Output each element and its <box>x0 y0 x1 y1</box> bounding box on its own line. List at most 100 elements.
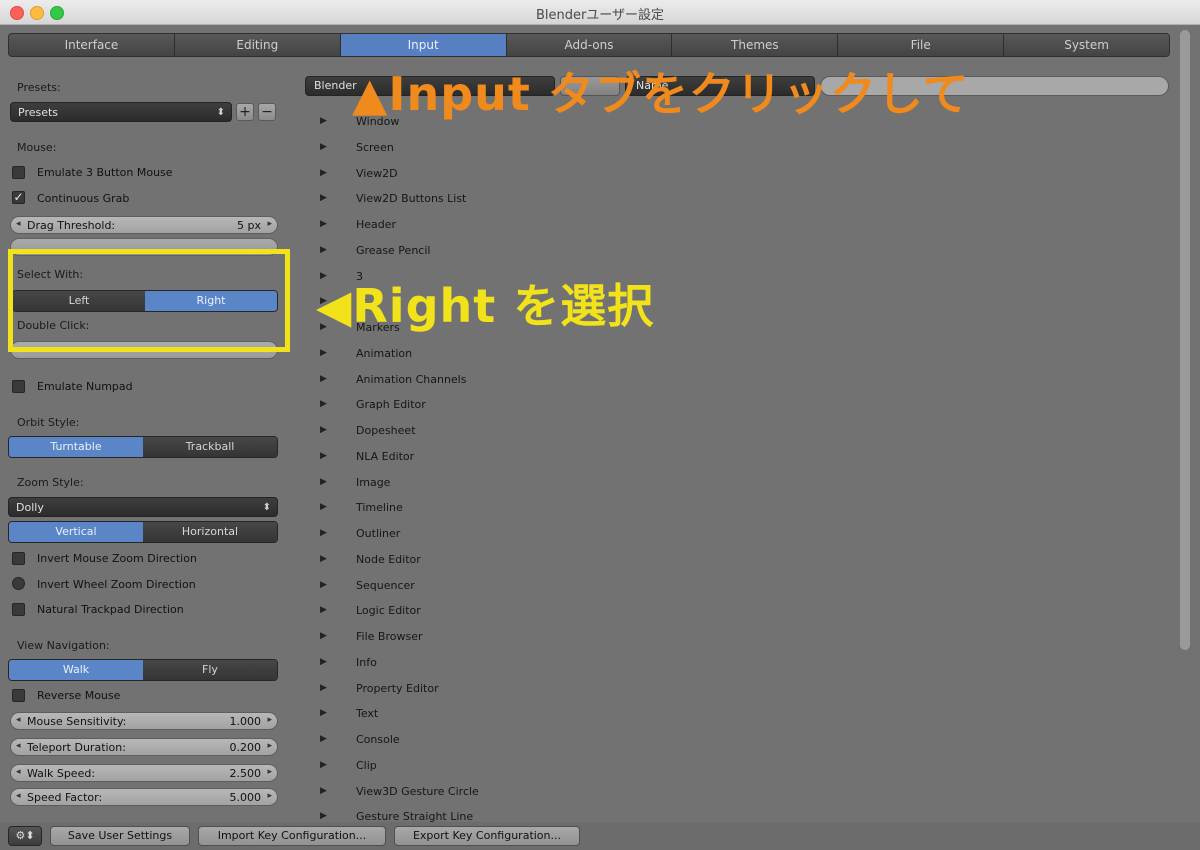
expand-arrow-icon[interactable]: ▶ <box>320 502 327 512</box>
zoom-vertical-option[interactable]: Vertical <box>9 522 143 542</box>
preferences-tabs: Interface Editing Input Add-ons Themes F… <box>8 33 1170 57</box>
expand-arrow-icon[interactable]: ▶ <box>320 554 327 564</box>
tab-editing[interactable]: Editing <box>174 34 341 56</box>
orbit-trackball-option[interactable]: Trackball <box>143 437 277 457</box>
tab-interface[interactable]: Interface <box>9 34 175 56</box>
orbit-style-toggle: Turntable Trackball <box>8 436 278 458</box>
editor-type-icon[interactable]: ⚙⬍ <box>8 826 42 846</box>
expand-arrow-icon[interactable]: ▶ <box>320 811 327 821</box>
expand-arrow-icon[interactable]: ▶ <box>320 116 327 126</box>
mouse-sensitivity-slider[interactable]: ◂ Mouse Sensitivity: 1.000 ▸ <box>10 712 278 730</box>
invert-mouse-zoom-checkbox[interactable] <box>12 552 25 565</box>
emulate-numpad-checkbox[interactable] <box>12 380 25 393</box>
invert-wheel-zoom-label: Invert Wheel Zoom Direction <box>37 578 196 591</box>
expand-arrow-icon[interactable]: ▶ <box>320 142 327 152</box>
mouse-sensitivity-value: 1.000 <box>229 715 262 728</box>
tab-input[interactable]: Input <box>340 34 507 56</box>
expand-arrow-icon[interactable]: ▶ <box>320 528 327 538</box>
keymap-item-label: Graph Editor <box>356 398 426 412</box>
nav-fly-option[interactable]: Fly <box>143 660 277 680</box>
invert-wheel-zoom-checkbox[interactable] <box>12 577 25 590</box>
expand-arrow-icon[interactable]: ▶ <box>320 374 327 384</box>
expand-arrow-icon[interactable]: ▶ <box>320 657 327 667</box>
tab-system[interactable]: System <box>1004 34 1169 56</box>
expand-arrow-icon[interactable]: ▶ <box>320 786 327 796</box>
orbit-style-label: Orbit Style: <box>17 416 80 429</box>
expand-arrow-icon[interactable]: ▶ <box>320 348 327 358</box>
emulate-3-button-label: Emulate 3 Button Mouse <box>37 166 173 179</box>
vertical-scrollbar[interactable] <box>1180 30 1190 820</box>
presets-dropdown[interactable]: Presets ⬍ <box>10 102 232 122</box>
tab-addons[interactable]: Add-ons <box>506 34 673 56</box>
speed-factor-value: 5.000 <box>229 791 262 804</box>
add-preset-button[interactable]: + <box>236 103 254 121</box>
expand-arrow-icon[interactable]: ▶ <box>320 708 327 718</box>
import-key-config-button[interactable]: Import Key Configuration... <box>198 826 386 846</box>
expand-arrow-icon[interactable]: ▶ <box>320 683 327 693</box>
increment-arrow-icon: ▸ <box>267 715 272 725</box>
keymap-item-label: Clip <box>356 758 377 772</box>
zoom-style-dropdown[interactable]: Dolly ⬍ <box>8 497 278 517</box>
view-navigation-label: View Navigation: <box>17 639 110 652</box>
continuous-grab-checkbox[interactable]: ✓ <box>12 191 25 204</box>
expand-arrow-icon[interactable]: ▶ <box>320 451 327 461</box>
tab-themes[interactable]: Themes <box>672 34 839 56</box>
teleport-duration-slider[interactable]: ◂ Teleport Duration: 0.200 ▸ <box>10 738 278 756</box>
export-key-config-button[interactable]: Export Key Configuration... <box>394 826 580 846</box>
remove-preset-button[interactable]: − <box>258 103 276 121</box>
zoom-style-value: Dolly <box>16 501 44 514</box>
keymap-item-label: Info <box>356 655 377 669</box>
keymap-item-label: File Browser <box>356 630 423 643</box>
expand-arrow-icon[interactable]: ▶ <box>320 193 327 203</box>
keymap-item-label: Image <box>356 475 391 489</box>
keymap-item-label: Text <box>356 707 379 721</box>
expand-arrow-icon[interactable]: ▶ <box>320 734 327 744</box>
natural-trackpad-checkbox[interactable] <box>12 603 25 616</box>
keymap-item-label: Outliner <box>356 527 401 540</box>
walk-speed-label: Walk Speed: <box>27 767 96 780</box>
zoom-style-label: Zoom Style: <box>17 476 84 489</box>
drag-threshold-slider[interactable]: ◂ Drag Threshold: 5 px ▸ <box>10 216 278 234</box>
expand-arrow-icon[interactable]: ▶ <box>320 631 327 641</box>
keymap-item-label: View2D <box>356 166 398 180</box>
drag-threshold-label: Drag Threshold: <box>27 219 116 232</box>
save-user-settings-button[interactable]: Save User Settings <box>50 826 190 846</box>
expand-arrow-icon[interactable]: ▶ <box>320 580 327 590</box>
tab-file[interactable]: File <box>838 34 1005 56</box>
window-titlebar: Blenderユーザー設定 <box>0 0 1200 25</box>
emulate-numpad-label: Emulate Numpad <box>37 380 133 393</box>
keymap-item-label: Sequencer <box>356 578 415 592</box>
keymap-item-label: Header <box>356 218 397 231</box>
walk-speed-slider[interactable]: ◂ Walk Speed: 2.500 ▸ <box>10 764 278 782</box>
natural-trackpad-label: Natural Trackpad Direction <box>37 603 184 616</box>
expand-arrow-icon[interactable]: ▶ <box>320 605 327 615</box>
keymap-item-label: Logic Editor <box>356 604 421 618</box>
speed-factor-slider[interactable]: ◂ Speed Factor: 5.000 ▸ <box>10 788 278 806</box>
increment-arrow-icon: ▸ <box>267 791 272 801</box>
keymap-item-label: Console <box>356 733 400 746</box>
decrement-arrow-icon: ◂ <box>16 219 21 229</box>
orbit-turntable-option[interactable]: Turntable <box>9 437 143 457</box>
view-navigation-toggle: Walk Fly <box>8 659 278 681</box>
keymap-item-label: Node Editor <box>356 552 421 566</box>
expand-arrow-icon[interactable]: ▶ <box>320 399 327 409</box>
teleport-duration-value: 0.200 <box>229 741 262 754</box>
expand-arrow-icon[interactable]: ▶ <box>320 425 327 435</box>
zoom-horizontal-option[interactable]: Horizontal <box>143 522 277 542</box>
expand-arrow-icon[interactable]: ▶ <box>320 760 327 770</box>
expand-arrow-icon[interactable]: ▶ <box>320 219 327 229</box>
keymap-item-label: Animation <box>356 346 413 360</box>
scrollbar-thumb[interactable] <box>1180 30 1190 650</box>
speed-factor-label: Speed Factor: <box>27 791 103 804</box>
nav-walk-option[interactable]: Walk <box>9 660 143 680</box>
keymap-item-label: Timeline <box>356 501 403 515</box>
keymap-item-label: Property Editor <box>356 681 439 695</box>
expand-arrow-icon[interactable]: ▶ <box>320 477 327 487</box>
reverse-mouse-checkbox[interactable] <box>12 689 25 702</box>
expand-arrow-icon[interactable]: ▶ <box>320 168 327 178</box>
decrement-arrow-icon: ◂ <box>16 767 21 777</box>
presets-label: Presets: <box>17 81 61 94</box>
expand-arrow-icon[interactable]: ▶ <box>320 245 327 255</box>
emulate-3-button-checkbox[interactable] <box>12 166 25 179</box>
invert-mouse-zoom-label: Invert Mouse Zoom Direction <box>37 552 197 565</box>
